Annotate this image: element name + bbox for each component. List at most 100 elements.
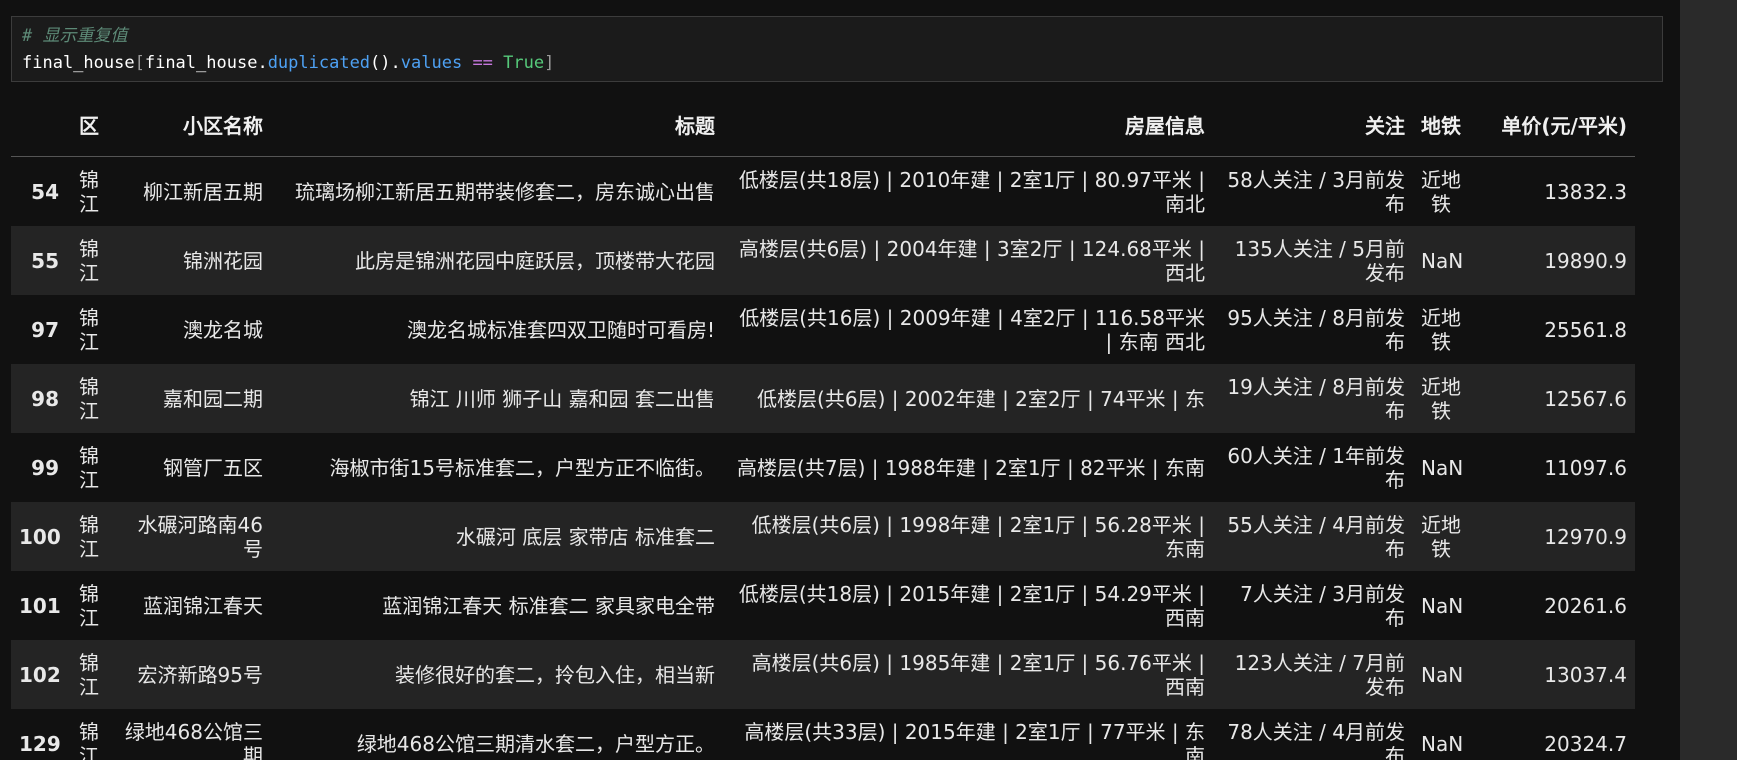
cell-title: 装修很好的套二，拎包入住，相当新 [395, 662, 715, 687]
cell-community: 绿地468公馆三期 [124, 719, 263, 760]
table-row: 54 锦江 柳江新居五期 琉璃场柳江新居五期带装修套二，房东诚心出售 低楼层(共18层)… [11, 156, 1635, 226]
cell-district: 锦江 [79, 581, 99, 630]
cell-price: 20261.6 [1544, 593, 1627, 618]
code-token-dot: . [390, 53, 401, 73]
cell-community: 钢管厂五区 [163, 455, 263, 480]
cell-info: 高楼层(共7层) | 1988年建 | 2室1厅 | 82平米 | 东南 [737, 455, 1205, 480]
cell-follow: 95人关注 / 8月前发布 [1227, 305, 1405, 354]
cell-community: 蓝润锦江春天 [143, 593, 263, 618]
code-token-operator: == [462, 53, 504, 73]
cell-title: 蓝润锦江春天 标准套二 家具家电全带 [382, 593, 715, 618]
cell-community: 水碾河路南46号 [137, 512, 263, 561]
column-header-index [11, 96, 67, 157]
code-token-method: duplicated [267, 53, 371, 73]
cell-subway: NaN [1421, 593, 1464, 618]
table-row: 98 锦江 嘉和园二期 锦江 川师 狮子山 嘉和园 套二出售 低楼层(共6层) | 20… [11, 364, 1635, 433]
column-header-follow: 关注 [1213, 96, 1413, 157]
cell-title: 水碾河 底层 家带店 标准套二 [455, 524, 715, 549]
cell-district: 锦江 [79, 167, 99, 216]
scrollbar-gutter[interactable] [1680, 0, 1737, 760]
cell-price: 25561.8 [1544, 317, 1627, 342]
column-header-title: 标题 [271, 96, 723, 157]
cell-info: 高楼层(共6层) | 1985年建 | 2室1厅 | 56.76平米 | 西南 [751, 650, 1205, 699]
row-index: 97 [31, 317, 59, 342]
cell-subway: NaN [1421, 662, 1464, 687]
cell-info: 高楼层(共6层) | 2004年建 | 3室2厅 | 124.68平米 | 西北 [738, 236, 1205, 285]
notebook-page: # 显示重复值 final_house[final_house.duplicat… [0, 0, 1737, 760]
row-index: 101 [19, 593, 61, 618]
cell-subway: NaN [1421, 731, 1464, 756]
cell-info: 低楼层(共16层) | 2009年建 | 4室2厅 | 116.58平米 | 东… [739, 305, 1205, 354]
table-row: 101 锦江 蓝润锦江春天 蓝润锦江春天 标准套二 家具家电全带 低楼层(共18层) |… [11, 571, 1635, 640]
column-header-district: 区 [67, 96, 111, 157]
cell-subway: 近地铁 [1421, 167, 1461, 216]
cell-title: 澳龙名城标准套四双卫随时可看房! [406, 317, 715, 342]
code-token-close-bracket: ] [544, 53, 555, 73]
row-index: 100 [19, 524, 61, 549]
cell-follow: 58人关注 / 3月前发布 [1227, 167, 1405, 216]
cell-follow: 123人关注 / 7月前发布 [1234, 650, 1405, 699]
cell-district: 锦江 [79, 719, 99, 760]
code-token-obj2: final_house [144, 53, 258, 73]
cell-district: 锦江 [79, 443, 99, 492]
row-index: 54 [31, 179, 59, 204]
cell-district: 锦江 [79, 236, 99, 285]
code-token-parens: () [370, 53, 391, 73]
cell-follow: 7人关注 / 3月前发布 [1240, 581, 1405, 630]
code-cell[interactable]: # 显示重复值 final_house[final_house.duplicat… [11, 16, 1663, 82]
cell-price: 20324.7 [1544, 731, 1627, 756]
cell-follow: 19人关注 / 8月前发布 [1227, 374, 1405, 423]
code-token-obj: final_house [22, 53, 135, 73]
table-body: 54 锦江 柳江新居五期 琉璃场柳江新居五期带装修套二，房东诚心出售 低楼层(共18层)… [11, 156, 1635, 760]
code-token-const: True [503, 53, 545, 73]
table-row: 129 锦江 绿地468公馆三期 绿地468公馆三期清水套二，户型方正。 高楼层(共33… [11, 709, 1635, 760]
row-index: 98 [31, 386, 59, 411]
cell-info: 低楼层(共6层) | 2002年建 | 2室2厅 | 74平米 | 东 [757, 386, 1205, 411]
cell-follow: 78人关注 / 4月前发布 [1227, 719, 1405, 760]
cell-title: 琉璃场柳江新居五期带装修套二，房东诚心出售 [295, 179, 715, 204]
cell-community: 澳龙名城 [183, 317, 263, 342]
cell-district: 锦江 [79, 512, 99, 561]
table-row: 102 锦江 宏济新路95号 装修很好的套二，拎包入住，相当新 高楼层(共6层) | 1… [11, 640, 1635, 709]
cell-subway: NaN [1421, 455, 1464, 480]
column-header-price: 单价(元/平米) [1469, 96, 1635, 157]
cell-info: 低楼层(共6层) | 1998年建 | 2室1厅 | 56.28平米 | 东南 [751, 512, 1205, 561]
table-row: 99 锦江 钢管厂五区 海椒市街15号标准套二，户型方正不临街。 高楼层(共7层) | … [11, 433, 1635, 502]
cell-district: 锦江 [79, 305, 99, 354]
cell-community: 柳江新居五期 [143, 179, 263, 204]
cell-info: 高楼层(共33层) | 2015年建 | 2室1厅 | 77平米 | 东南 [744, 719, 1205, 760]
cell-info: 低楼层(共18层) | 2010年建 | 2室1厅 | 80.97平米 | 南北 [738, 167, 1205, 216]
cell-community: 嘉和园二期 [163, 386, 263, 411]
row-index: 102 [19, 662, 61, 687]
cell-price: 11097.6 [1544, 455, 1627, 480]
cell-price: 12567.6 [1544, 386, 1627, 411]
code-token-dot: . [257, 53, 268, 73]
column-header-info: 房屋信息 [723, 96, 1213, 157]
cell-price: 13037.4 [1544, 662, 1627, 687]
cell-price: 12970.9 [1544, 524, 1627, 549]
row-index: 55 [31, 248, 59, 273]
row-index: 99 [31, 455, 59, 480]
table-row: 97 锦江 澳龙名城 澳龙名城标准套四双卫随时可看房! 低楼层(共16层) | 2009… [11, 295, 1635, 364]
code-comment: # 显示重复值 [22, 26, 128, 46]
cell-district: 锦江 [79, 374, 99, 423]
cell-price: 13832.3 [1544, 179, 1627, 204]
cell-subway: 近地铁 [1421, 305, 1461, 354]
cell-title: 锦江 川师 狮子山 嘉和园 套二出售 [409, 386, 715, 411]
cell-follow: 135人关注 / 5月前发布 [1234, 236, 1405, 285]
cell-subway: NaN [1421, 248, 1464, 273]
cell-title: 绿地468公馆三期清水套二，户型方正。 [356, 731, 715, 756]
dataframe-output: 区 小区名称 标题 房屋信息 关注 地铁 单价(元/平米) 54 锦江 柳江新居五期… [11, 96, 1635, 760]
table-row: 100 锦江 水碾河路南46号 水碾河 底层 家带店 标准套二 低楼层(共6层) | 1… [11, 502, 1635, 571]
column-header-subway: 地铁 [1413, 96, 1469, 157]
cell-subway: 近地铁 [1421, 512, 1461, 561]
cell-price: 19890.9 [1544, 248, 1627, 273]
cell-subway: 近地铁 [1421, 374, 1461, 423]
table-header-row: 区 小区名称 标题 房屋信息 关注 地铁 单价(元/平米) [11, 96, 1635, 157]
table-row: 55 锦江 锦洲花园 此房是锦洲花园中庭跃层，顶楼带大花园 高楼层(共6层) | 200… [11, 226, 1635, 295]
code-token-open-bracket: [ [134, 53, 145, 73]
column-header-community: 小区名称 [111, 96, 271, 157]
code-token-attr: values [400, 53, 463, 73]
cell-follow: 60人关注 / 1年前发布 [1227, 443, 1405, 492]
cell-follow: 55人关注 / 4月前发布 [1227, 512, 1405, 561]
